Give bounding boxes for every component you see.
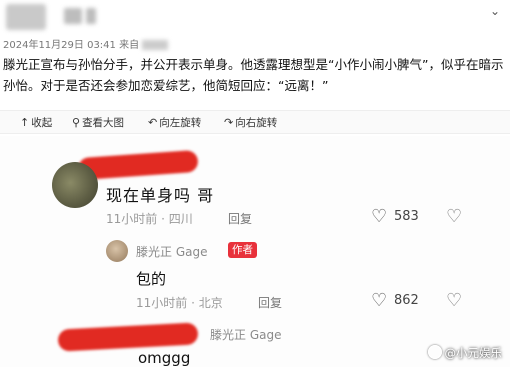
author-badge: 作者 [228, 242, 257, 258]
broken-heart-icon[interactable]: ♡ [446, 290, 462, 311]
author-name: 滕光正 Gage [136, 245, 208, 259]
post-header: ⌄ 2024年11月29日 03:41 来自 滕光正宣布与孙怡分手，并公开表示单… [0, 0, 510, 107]
comment-text: 现在单身吗 哥 [106, 186, 215, 205]
blurred-avatar [6, 4, 46, 30]
broken-heart-icon[interactable]: ♡ [446, 206, 462, 227]
post-date: 2024年11月29日 03:41 [3, 40, 116, 51]
rotate-right-icon: ↷ [224, 116, 234, 129]
comment-meta: 11小时前 · 四川 [106, 212, 193, 226]
author-avatar [106, 240, 128, 262]
rotate-left-button[interactable]: ↶ 向左旋转 [148, 115, 201, 130]
watermark: @小元娱乐 [427, 345, 502, 361]
heart-icon[interactable]: ♡ [371, 290, 387, 311]
reply-text: omggg [138, 349, 191, 367]
heart-icon[interactable]: ♡ [371, 206, 387, 227]
reply-text: 包的 [136, 270, 167, 288]
red-redaction-scribble [57, 322, 199, 352]
reply-meta: 11小时前 · 北京 [136, 296, 223, 310]
rotate-left-icon: ↶ [148, 116, 158, 129]
chevron-down-icon[interactable]: ⌄ [490, 4, 500, 18]
reply-button[interactable]: 回复 [258, 294, 282, 311]
view-large-button[interactable]: ⚲ 查看大图 [72, 115, 124, 130]
image-toolbar: ↑ 收起 ⚲ 查看大图 ↶ 向左旋转 ↷ 向右旋转 [0, 110, 510, 134]
blurred-username-part [86, 8, 96, 24]
search-icon: ⚲ [72, 116, 81, 129]
blurred-username [64, 8, 82, 24]
author-name: 滕光正 Gage [210, 328, 282, 342]
camera-icon [427, 345, 442, 359]
post-text: 滕光正宣布与孙怡分手，并公开表示单身。他透露理想型是“小作小闹小脾气”，似乎在暗… [3, 57, 504, 93]
post-source-prefix: 来自 [119, 40, 140, 51]
comment-screenshot: 现在单身吗 哥 11小时前 · 四川 回复 ♡ 583 ♡ 滕光正 Gage 作… [0, 136, 510, 367]
arrow-up-icon: ↑ [20, 116, 30, 129]
like-count: 583 [394, 209, 419, 224]
collapse-button[interactable]: ↑ 收起 [20, 115, 52, 130]
like-count: 862 [394, 293, 419, 308]
blurred-source [142, 40, 169, 50]
post-meta: 2024年11月29日 03:41 来自 [3, 36, 169, 51]
rotate-right-button[interactable]: ↷ 向右旋转 [224, 115, 277, 130]
reply-button[interactable]: 回复 [228, 210, 252, 227]
commenter-avatar [52, 162, 98, 208]
